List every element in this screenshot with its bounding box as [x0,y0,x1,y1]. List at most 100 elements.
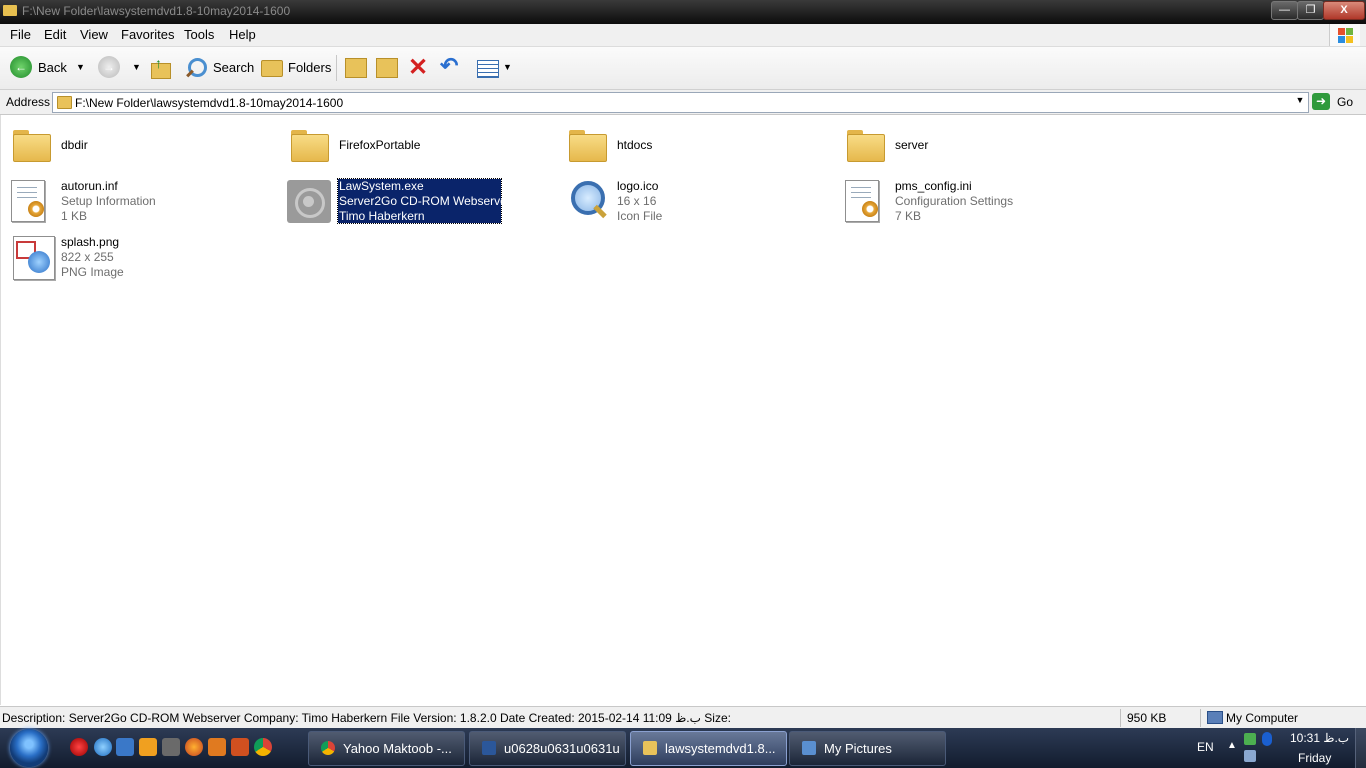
quicklaunch-ie-icon[interactable] [94,738,112,756]
item-name: server [895,138,929,152]
folders-button[interactable]: Folders [261,55,331,81]
taskbar-item-lawsystem[interactable]: lawsystemdvd1.8... [630,731,787,766]
menu-edit[interactable]: Edit [44,27,66,42]
item-dimensions: 16 x 16 [617,194,657,208]
item-name: autorun.inf [61,179,118,193]
item-description: Server2Go CD-ROM Webserver [339,194,511,208]
folder-item-firefoxportable[interactable]: FirefoxPortable [289,128,549,168]
forward-arrow-icon: → [98,56,120,78]
item-size: 7 KB [895,209,922,223]
show-desktop-button[interactable] [1355,728,1366,768]
file-list: dbdir FirefoxPortable htdocs server auto… [0,115,1366,705]
application-icon [287,180,331,223]
item-dimensions: 822 x 255 [61,250,114,264]
address-field[interactable]: F:\New Folder\lawsystemdvd1.8-10may2014-… [52,92,1309,113]
taskbar-item-document[interactable]: u0628u0631u0631u0631... [469,731,626,766]
toolbar-divider [336,55,337,81]
menu-help[interactable]: Help [229,27,256,42]
folder-item-dbdir[interactable]: dbdir [11,128,271,168]
item-type: Setup Information [61,194,156,208]
status-zone: My Computer [1226,711,1299,725]
up-folder-button[interactable]: ↑ [151,55,171,79]
back-button[interactable]: ← Back ▼ [8,55,92,81]
go-button[interactable]: ➜ Go [1312,92,1362,112]
move-to-icon[interactable] [345,58,367,78]
item-name: htdocs [617,138,653,152]
search-label: Search [213,60,255,75]
status-divider [1120,709,1121,727]
quicklaunch-firefox-icon[interactable] [185,738,203,756]
item-type: PNG Image [61,265,124,279]
image-file-icon [13,236,55,280]
item-type: Configuration Settings [895,194,1014,208]
views-button[interactable]: ▼ [477,58,517,78]
file-item-pms-config[interactable]: pms_config.ini Configuration Settings 7 … [843,178,1103,226]
status-size: 950 KB [1127,711,1167,725]
file-item-autorun[interactable]: autorun.inf Setup Information 1 KB [9,178,269,226]
quicklaunch-tool-icon[interactable] [231,738,249,756]
quicklaunch-acrobat-icon[interactable] [70,738,88,756]
menu-favorites[interactable]: Favorites [121,27,174,42]
quicklaunch-app-icon[interactable] [208,738,226,756]
icon-file-icon [565,179,609,223]
show-hidden-icons-button[interactable]: ▲ [1227,740,1237,751]
delete-icon[interactable]: ✕ [408,53,428,82]
folder-item-server[interactable]: server [845,128,1105,168]
file-item-logo[interactable]: logo.ico 16 x 16 Icon File [565,178,825,226]
status-bar: Description: Server2Go CD-ROM Webserver … [0,706,1366,729]
chrome-icon [321,741,335,755]
address-path[interactable]: F:\New Folder\lawsystemdvd1.8-10may2014-… [75,96,343,110]
up-arrow-icon: ↑ [155,55,162,71]
item-name: splash.png [61,235,120,249]
menu-file[interactable]: File [10,27,31,42]
item-size: 1 KB [61,209,88,223]
taskbar-item-yahoo[interactable]: Yahoo Maktoob -... [308,731,465,766]
minimize-button[interactable]: — [1271,1,1298,20]
bluetooth-icon[interactable] [1262,732,1272,746]
menu-bar: File Edit View Favorites Tools Help [0,24,1366,47]
forward-dropdown-icon[interactable]: ▼ [132,62,141,72]
folders-label: Folders [288,60,332,75]
search-button[interactable]: Search [186,55,255,81]
forward-button[interactable]: → ▼ [96,55,146,81]
folder-icon [847,128,885,162]
settings-file-icon [845,180,879,222]
folder-icon [569,128,607,162]
task-label: Yahoo Maktoob -... [343,741,452,756]
network-icon[interactable] [1244,733,1256,745]
item-name: FirefoxPortable [339,138,421,152]
language-indicator[interactable]: EN [1197,740,1214,754]
clock-day[interactable]: Friday [1298,751,1331,765]
status-divider [1200,709,1201,727]
selection-highlight: LawSystem.exe Server2Go CD-ROM Webserver… [337,178,511,224]
menu-tools[interactable]: Tools [184,27,214,42]
tray-app-icon[interactable] [1244,750,1256,762]
computer-icon [1207,711,1223,724]
copy-to-icon[interactable] [376,58,398,78]
folder-item-htdocs[interactable]: htdocs [567,128,827,168]
maximize-button[interactable]: ❐ [1297,1,1324,20]
folder-icon [13,128,51,162]
folder-icon [57,96,72,109]
folder-icon [643,741,657,755]
item-name: pms_config.ini [895,179,972,193]
close-button[interactable]: X [1323,1,1365,20]
clock-time[interactable]: 10:31 ب.ظ [1290,731,1349,745]
quicklaunch-device-icon[interactable] [162,738,180,756]
item-name: logo.ico [617,179,659,193]
go-arrow-icon: ➜ [1312,93,1330,110]
file-item-lawsystem[interactable]: LawSystem.exe Server2Go CD-ROM Webserver… [287,178,547,226]
quicklaunch-media-icon[interactable] [139,738,157,756]
back-dropdown-icon[interactable]: ▼ [76,62,85,72]
start-button[interactable] [10,729,48,767]
chevron-down-icon[interactable]: ▼ [1294,95,1306,109]
title-bar: F:\New Folder\lawsystemdvd1.8-10may2014-… [0,0,1366,24]
menu-view[interactable]: View [80,27,108,42]
toolbar: ← Back ▼ → ▼ ↑ Search Folders ✕ ↶ ▼ [0,47,1366,90]
quicklaunch-chrome-icon[interactable] [254,738,272,756]
quicklaunch-desktop-icon[interactable] [116,738,134,756]
taskbar-item-my-pictures[interactable]: My Pictures [789,731,946,766]
file-item-splash[interactable]: splash.png 822 x 255 PNG Image [9,234,269,282]
undo-icon[interactable]: ↶ [440,53,458,79]
task-label: lawsystemdvd1.8... [665,741,776,756]
